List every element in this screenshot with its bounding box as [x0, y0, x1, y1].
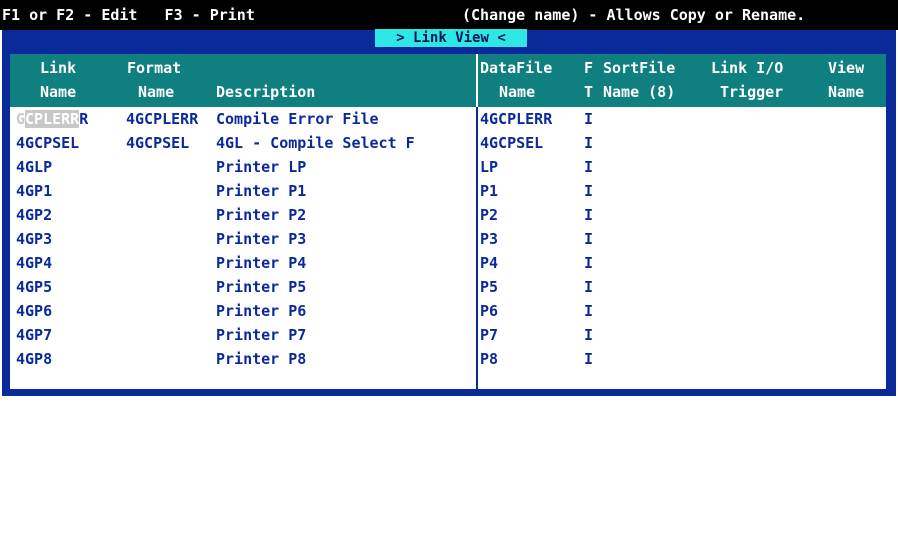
col-link-io-line1: Link I/O: [711, 59, 784, 77]
row-link-name: 4GP4: [16, 254, 53, 272]
rename-hint: (Change name) - Allows Copy or Rename.: [462, 6, 806, 24]
col-datafile-name-line2: Name: [499, 83, 536, 101]
row-ft: I: [584, 230, 594, 248]
cursor-highlight: CPLERR: [25, 110, 80, 128]
row-link-name: 4GP6: [16, 302, 53, 320]
table-row[interactable]: 4GP4 Printer P4 P4 I: [10, 251, 886, 275]
col-link-name-line2: Name: [40, 83, 77, 101]
row-description: Printer P5: [216, 278, 307, 296]
col-view-name-line2: Name: [828, 83, 865, 101]
row-ft: I: [584, 254, 594, 272]
row-description: Printer P1: [216, 182, 307, 200]
col-description: Description: [216, 83, 316, 101]
row-ft: I: [584, 350, 594, 368]
row-link-name: 4GP8: [16, 350, 53, 368]
row-link-name: 4GP2: [16, 206, 53, 224]
row-datafile-name: LP: [480, 158, 499, 176]
row-description: Printer LP: [216, 158, 307, 176]
row-datafile-name: P7: [480, 326, 499, 344]
row-datafile-name: P4: [480, 254, 499, 272]
row-datafile-name: P6: [480, 302, 499, 320]
col-format-name-line2: Name: [138, 83, 175, 101]
row-description: Printer P6: [216, 302, 307, 320]
row-description: Printer P7: [216, 326, 307, 344]
row-datafile-name: P3: [480, 230, 499, 248]
table-row[interactable]: GCPLERRR 4GCPLERR Compile Error File 4GC…: [10, 107, 886, 131]
row-ft: I: [584, 134, 594, 152]
col-sortfile-line2: Name (8): [603, 83, 676, 101]
link-view-window: > Link View < Link Name Format Name Desc…: [2, 29, 896, 396]
row-datafile-name: 4GCPLERR: [480, 110, 553, 128]
row-link-name: 4GP5: [16, 278, 53, 296]
row-format-name: 4GCPSEL: [126, 134, 190, 152]
function-key-hints: F1 or F2 - Edit F3 - Print: [2, 6, 255, 24]
column-divider: [476, 54, 478, 107]
col-ft-line2: T: [584, 83, 594, 101]
col-sortfile-line1: SortFile: [603, 59, 676, 77]
row-link-name: 4GCPSEL: [16, 134, 80, 152]
row-datafile-name: P1: [480, 182, 499, 200]
table-row[interactable]: 4GCPSEL 4GCPSEL 4GL - Compile Select F 4…: [10, 131, 886, 155]
function-key-bar: F1 or F2 - Edit F3 - Print (Change name)…: [0, 0, 898, 30]
row-description: Printer P3: [216, 230, 307, 248]
col-view-name-line1: View: [828, 59, 865, 77]
col-ft-line1: F: [584, 59, 594, 77]
row-ft: I: [584, 158, 594, 176]
row-link-name: 4GP3: [16, 230, 53, 248]
col-link-name-line1: Link: [40, 59, 77, 77]
row-datafile-name: 4GCPSEL: [480, 134, 544, 152]
row-datafile-name: P5: [480, 278, 499, 296]
row-datafile-name: P8: [480, 350, 499, 368]
row-link-name: 4GLP: [16, 158, 53, 176]
row-description: Printer P8: [216, 350, 307, 368]
row-datafile-name: P2: [480, 206, 499, 224]
row-description: Printer P4: [216, 254, 307, 272]
table-row[interactable]: 4GP2 Printer P2 P2 I: [10, 203, 886, 227]
table-row[interactable]: 4GP6 Printer P6 P6 I: [10, 299, 886, 323]
row-ft: I: [584, 206, 594, 224]
table-row[interactable]: 4GP7 Printer P7 P7 I: [10, 323, 886, 347]
row-description: 4GL - Compile Select F: [216, 134, 415, 152]
col-datafile-name-line1: DataFile: [480, 59, 553, 77]
col-link-io-line2: Trigger: [720, 83, 784, 101]
table-row[interactable]: 4GP3 Printer P3 P3 I: [10, 227, 886, 251]
table-row[interactable]: 4GLP Printer LP LP I: [10, 155, 886, 179]
row-ft: I: [584, 326, 594, 344]
row-link-name: 4GP1: [16, 182, 53, 200]
table-row[interactable]: 4GP5 Printer P5 P5 I: [10, 275, 886, 299]
table-header: Link Name Format Name Description DataFi…: [10, 54, 886, 107]
row-description: Printer P2: [216, 206, 307, 224]
row-ft: I: [584, 278, 594, 296]
row-link-name: 4GP7: [16, 326, 53, 344]
row-ft: I: [584, 110, 594, 128]
row-description: Compile Error File: [216, 110, 379, 128]
cursor-prefix: G: [16, 110, 26, 128]
link-table-body: GCPLERRR 4GCPLERR Compile Error File 4GC…: [10, 107, 886, 389]
row-ft: I: [584, 302, 594, 320]
row-format-name: 4GCPLERR: [126, 110, 199, 128]
table-row[interactable]: 4GP8 Printer P8 P8 I: [10, 347, 886, 371]
row-link-name-selected[interactable]: GCPLERRR: [16, 107, 88, 131]
table-row[interactable]: 4GP1 Printer P1 P1 I: [10, 179, 886, 203]
row-ft: I: [584, 182, 594, 200]
cursor-suffix: R: [79, 110, 89, 128]
window-title: > Link View <: [375, 29, 527, 47]
col-format-name-line1: Format: [127, 59, 182, 77]
